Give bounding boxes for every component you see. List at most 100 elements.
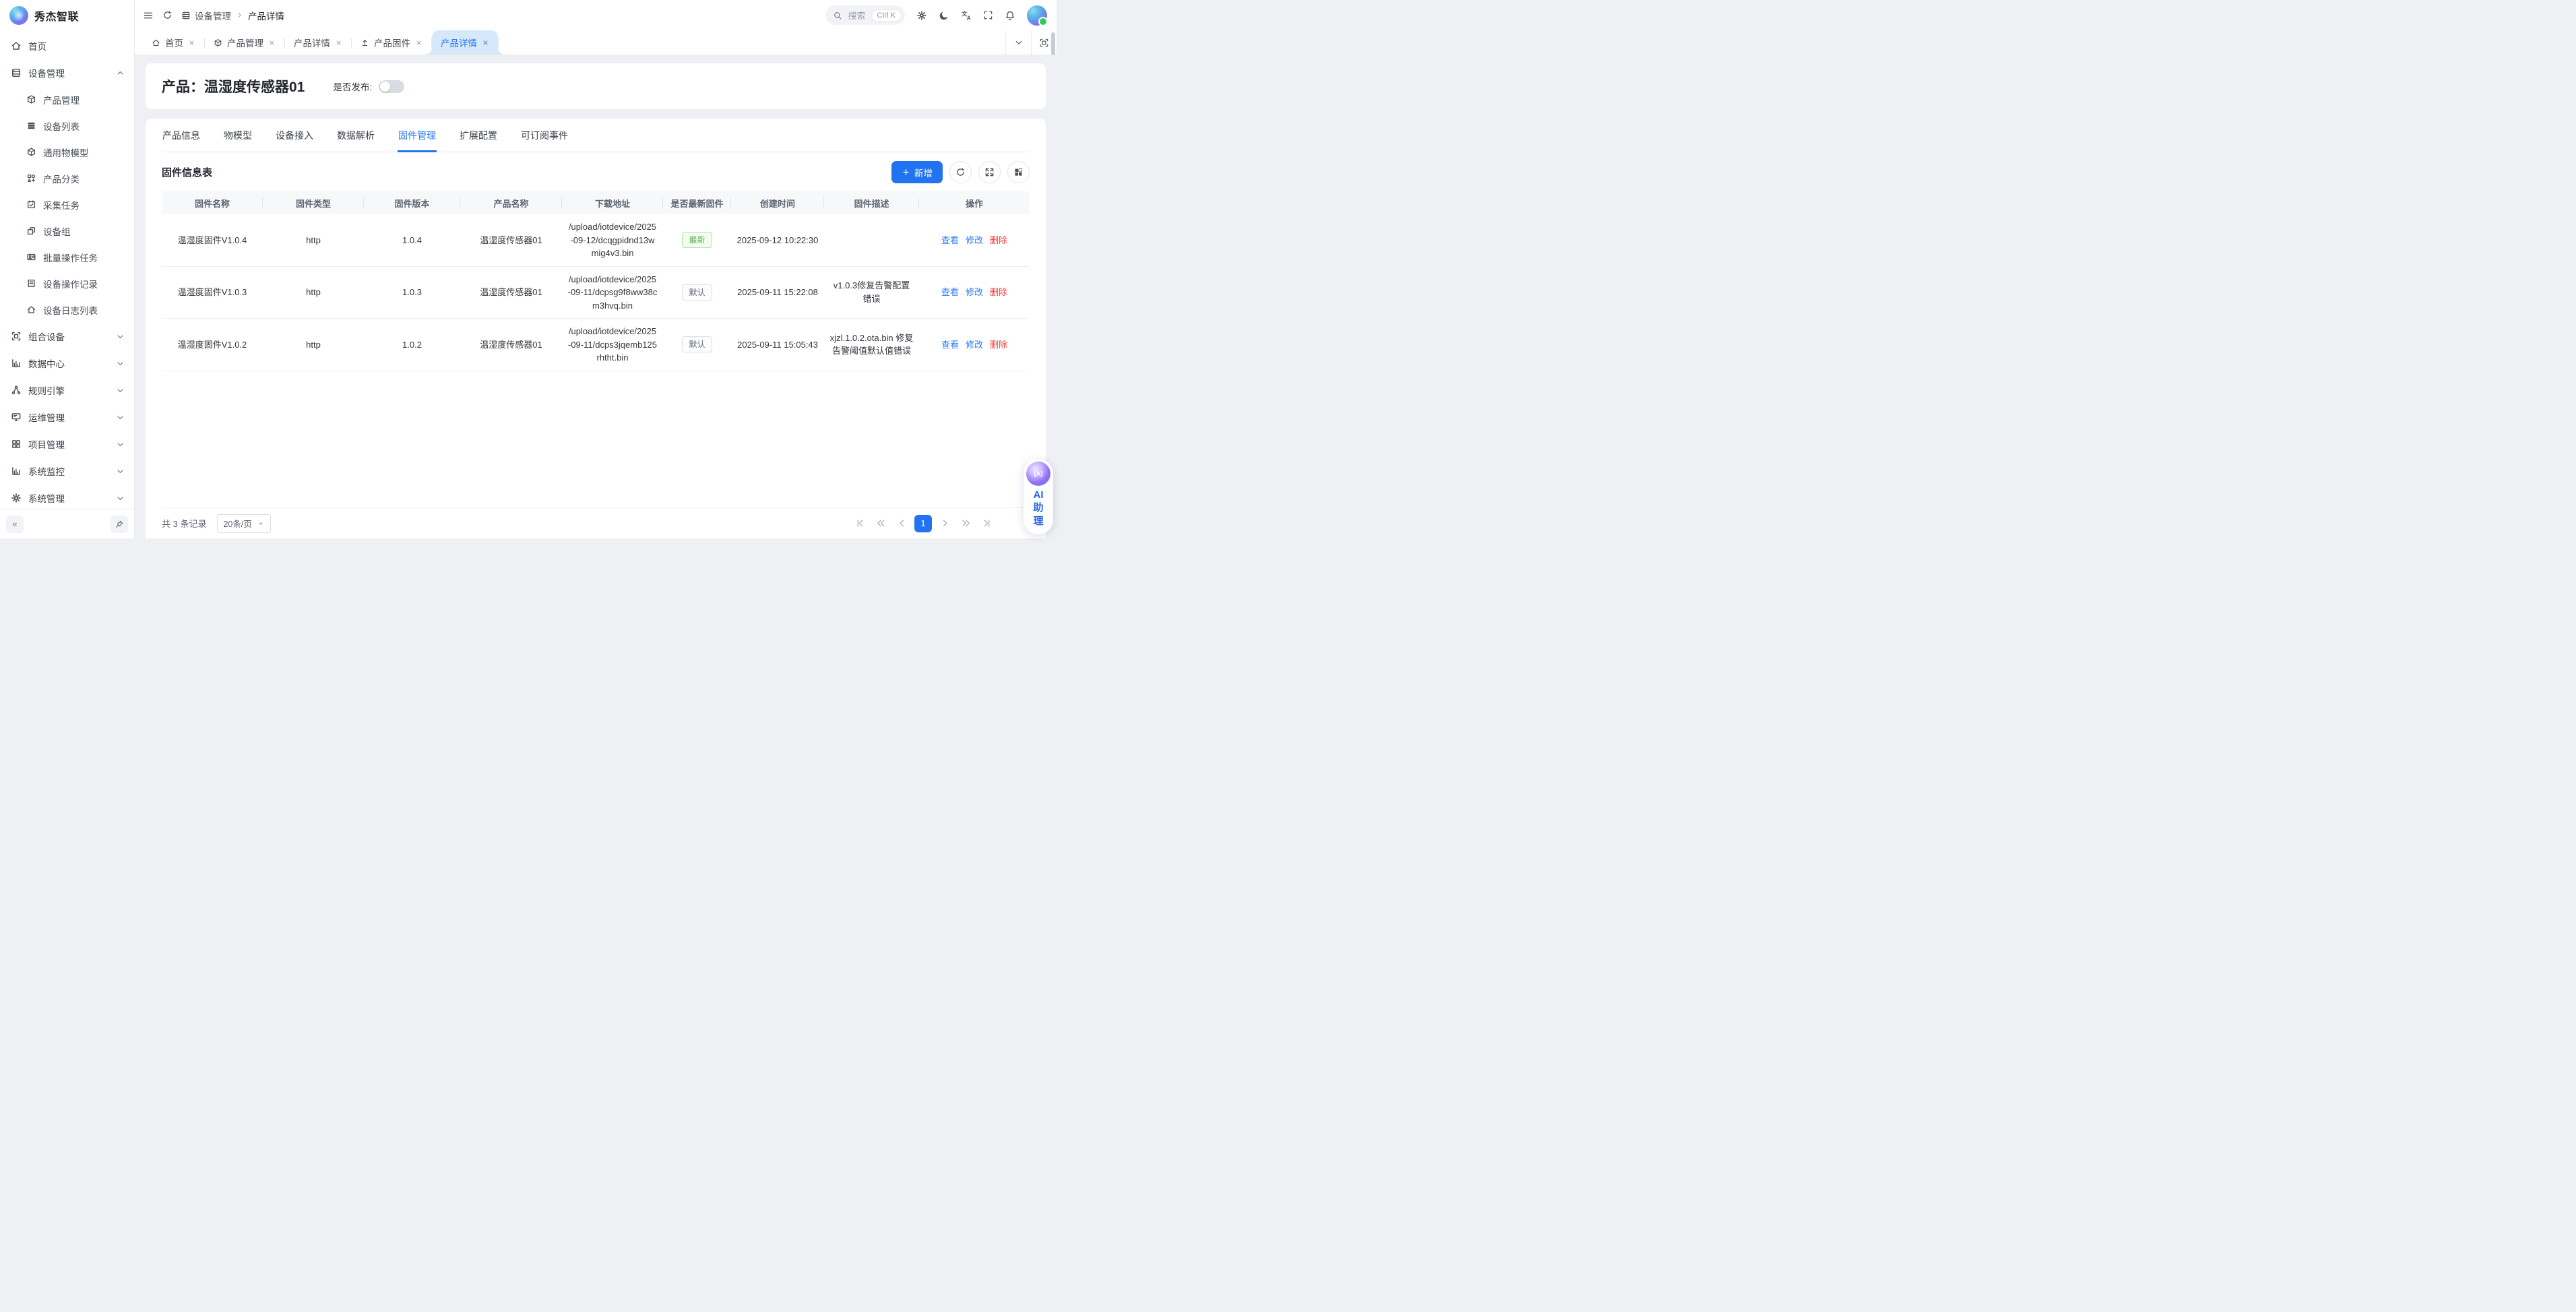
page-tab-3[interactable]: 产品固件	[352, 30, 431, 55]
ai-assistant-button[interactable]: [A] AI助理	[1024, 459, 1053, 535]
chevron-down-icon	[116, 413, 125, 422]
refresh-icon[interactable]	[162, 10, 172, 20]
idcard-icon	[26, 252, 36, 262]
sidebar-item-8[interactable]: 系统管理	[0, 485, 134, 509]
hamburger-menu-icon[interactable]	[143, 10, 154, 21]
sidebar-sub-item-1-0[interactable]: 产品管理	[0, 86, 134, 113]
next-page-button[interactable]	[937, 516, 953, 532]
detail-tabs: 产品信息物模型设备接入数据解析固件管理扩展配置可订阅事件	[162, 119, 1030, 152]
sidebar-sub-item-1-3[interactable]: 产品分类	[0, 165, 134, 191]
breadcrumb-device-management[interactable]: 设备管理	[181, 9, 231, 22]
tabs-dropdown-button[interactable]	[1005, 30, 1031, 55]
current-page-button[interactable]: 1	[914, 515, 932, 532]
cell-firmware-name: 温湿度固件V1.0.2	[162, 319, 263, 371]
detail-tab-5[interactable]: 扩展配置	[459, 119, 498, 152]
publish-toggle[interactable]	[379, 80, 404, 93]
page-size-select[interactable]: 20条/页	[217, 514, 270, 533]
caret-down-icon	[257, 520, 265, 528]
detail-tab-1[interactable]: 物模型	[223, 119, 253, 152]
user-avatar[interactable]	[1027, 5, 1047, 26]
sidebar-sub-item-1-5[interactable]: 设备组	[0, 218, 134, 244]
cell-description	[824, 214, 919, 266]
chart-icon	[11, 466, 22, 476]
view-link[interactable]: 查看	[941, 287, 959, 297]
previous-page-button[interactable]	[893, 516, 910, 532]
sidebar-sub-item-1-7[interactable]: 设备操作记录	[0, 270, 134, 296]
edit-link[interactable]: 修改	[966, 235, 983, 245]
sidebar-item-5[interactable]: 运维管理	[0, 404, 134, 431]
sidebar-item-0[interactable]: 首页	[0, 32, 134, 59]
main-area: 设备管理 产品详情 搜索 Ctrl K 文A 首页产品管理产品详情产	[135, 0, 1057, 538]
notification-bell-icon[interactable]	[1005, 10, 1015, 21]
sidebar-item-4[interactable]: 规则引擎	[0, 377, 134, 404]
view-link[interactable]: 查看	[941, 340, 959, 350]
column-header-5: 是否最新固件	[663, 191, 731, 214]
table-row-2: 温湿度固件V1.0.2http1.0.2温湿度传感器01/upload/iotd…	[162, 319, 1030, 371]
dark-mode-moon-icon[interactable]	[939, 10, 949, 21]
table-column-settings-button[interactable]	[1007, 161, 1030, 183]
app-window: 秀杰智联 首页设备管理产品管理设备列表通用物模型产品分类采集任务设备组批量操作任…	[0, 0, 1057, 538]
delete-link[interactable]: 删除	[990, 340, 1007, 350]
page-tab-2[interactable]: 产品详情	[285, 30, 351, 55]
close-tab-icon[interactable]	[268, 39, 276, 46]
table-fullscreen-button[interactable]	[978, 161, 1001, 183]
sidebar-sub-item-1-8[interactable]: 设备日志列表	[0, 296, 134, 323]
delete-link[interactable]: 删除	[990, 287, 1007, 297]
sidebar-sub-item-1-1[interactable]: 设备列表	[0, 113, 134, 139]
edit-link[interactable]: 修改	[966, 340, 983, 350]
language-translate-icon[interactable]: 文A	[961, 10, 972, 21]
total-records-label: 共 3 条记录	[162, 517, 206, 530]
fullscreen-icon[interactable]	[983, 10, 993, 20]
cell-actions: 查看修改删除	[919, 214, 1030, 266]
detail-tab-3[interactable]: 数据解析	[336, 119, 375, 152]
sidebar-item-2[interactable]: 组合设备	[0, 323, 134, 350]
brand-name: 秀杰智联	[34, 7, 79, 24]
tab-divider	[498, 38, 499, 48]
home-icon	[11, 40, 22, 51]
page-tab-1[interactable]: 产品管理	[205, 30, 284, 55]
page-tab-4[interactable]: 产品详情	[432, 30, 498, 55]
publish-label: 是否发布:	[333, 80, 372, 93]
column-header-4: 下载地址	[562, 191, 663, 214]
detail-tab-4[interactable]: 固件管理	[398, 119, 437, 152]
calendar-icon	[26, 199, 36, 210]
delete-link[interactable]: 删除	[990, 235, 1007, 245]
sidebar: 秀杰智联 首页设备管理产品管理设备列表通用物模型产品分类采集任务设备组批量操作任…	[0, 0, 135, 538]
sidebar-sub-item-1-4[interactable]: 采集任务	[0, 191, 134, 218]
sidebar-sub-item-1-6[interactable]: 批量操作任务	[0, 244, 134, 270]
chevron-up-icon	[116, 69, 125, 77]
sidebar-item-6[interactable]: 项目管理	[0, 431, 134, 458]
detail-tab-2[interactable]: 设备接入	[275, 119, 314, 152]
sidebar-item-3[interactable]: 数据中心	[0, 350, 134, 377]
grid-icon	[11, 439, 22, 449]
search-input[interactable]: 搜索 Ctrl K	[825, 5, 905, 25]
settings-gear-icon[interactable]	[916, 10, 927, 21]
page-tab-0[interactable]: 首页	[143, 30, 204, 55]
cell-description: v1.0.3修复告警配置错误	[824, 266, 919, 319]
close-tab-icon[interactable]	[188, 39, 195, 46]
edit-link[interactable]: 修改	[966, 287, 983, 297]
view-link[interactable]: 查看	[941, 235, 959, 245]
cell-firmware-version: 1.0.3	[364, 266, 460, 319]
sidebar-item-1[interactable]: 设备管理	[0, 59, 134, 86]
plus-icon	[902, 168, 910, 177]
first-page-button[interactable]	[852, 516, 868, 532]
detail-tab-0[interactable]: 产品信息	[162, 119, 201, 152]
close-tab-icon[interactable]	[415, 39, 422, 46]
sidebar-collapse-button[interactable]: «	[6, 516, 24, 533]
chevron-down-icon	[116, 440, 125, 449]
last-page-button[interactable]	[978, 516, 995, 532]
close-tab-icon[interactable]	[482, 39, 489, 46]
detail-tab-6[interactable]: 可订阅事件	[520, 119, 569, 152]
jump-back-button[interactable]	[873, 516, 889, 532]
sidebar-pin-button[interactable]	[111, 516, 128, 533]
close-tab-icon[interactable]	[335, 39, 342, 46]
add-firmware-button[interactable]: 新增	[891, 161, 943, 183]
table-refresh-button[interactable]	[949, 161, 972, 183]
sidebar-sub-item-1-2[interactable]: 通用物模型	[0, 139, 134, 165]
column-header-8: 操作	[919, 191, 1030, 214]
page-scrollbar-thumb[interactable]	[1051, 32, 1055, 55]
jump-forward-button[interactable]	[957, 516, 974, 532]
sidebar-item-7[interactable]: 系统监控	[0, 458, 134, 485]
cube-icon	[214, 38, 222, 47]
